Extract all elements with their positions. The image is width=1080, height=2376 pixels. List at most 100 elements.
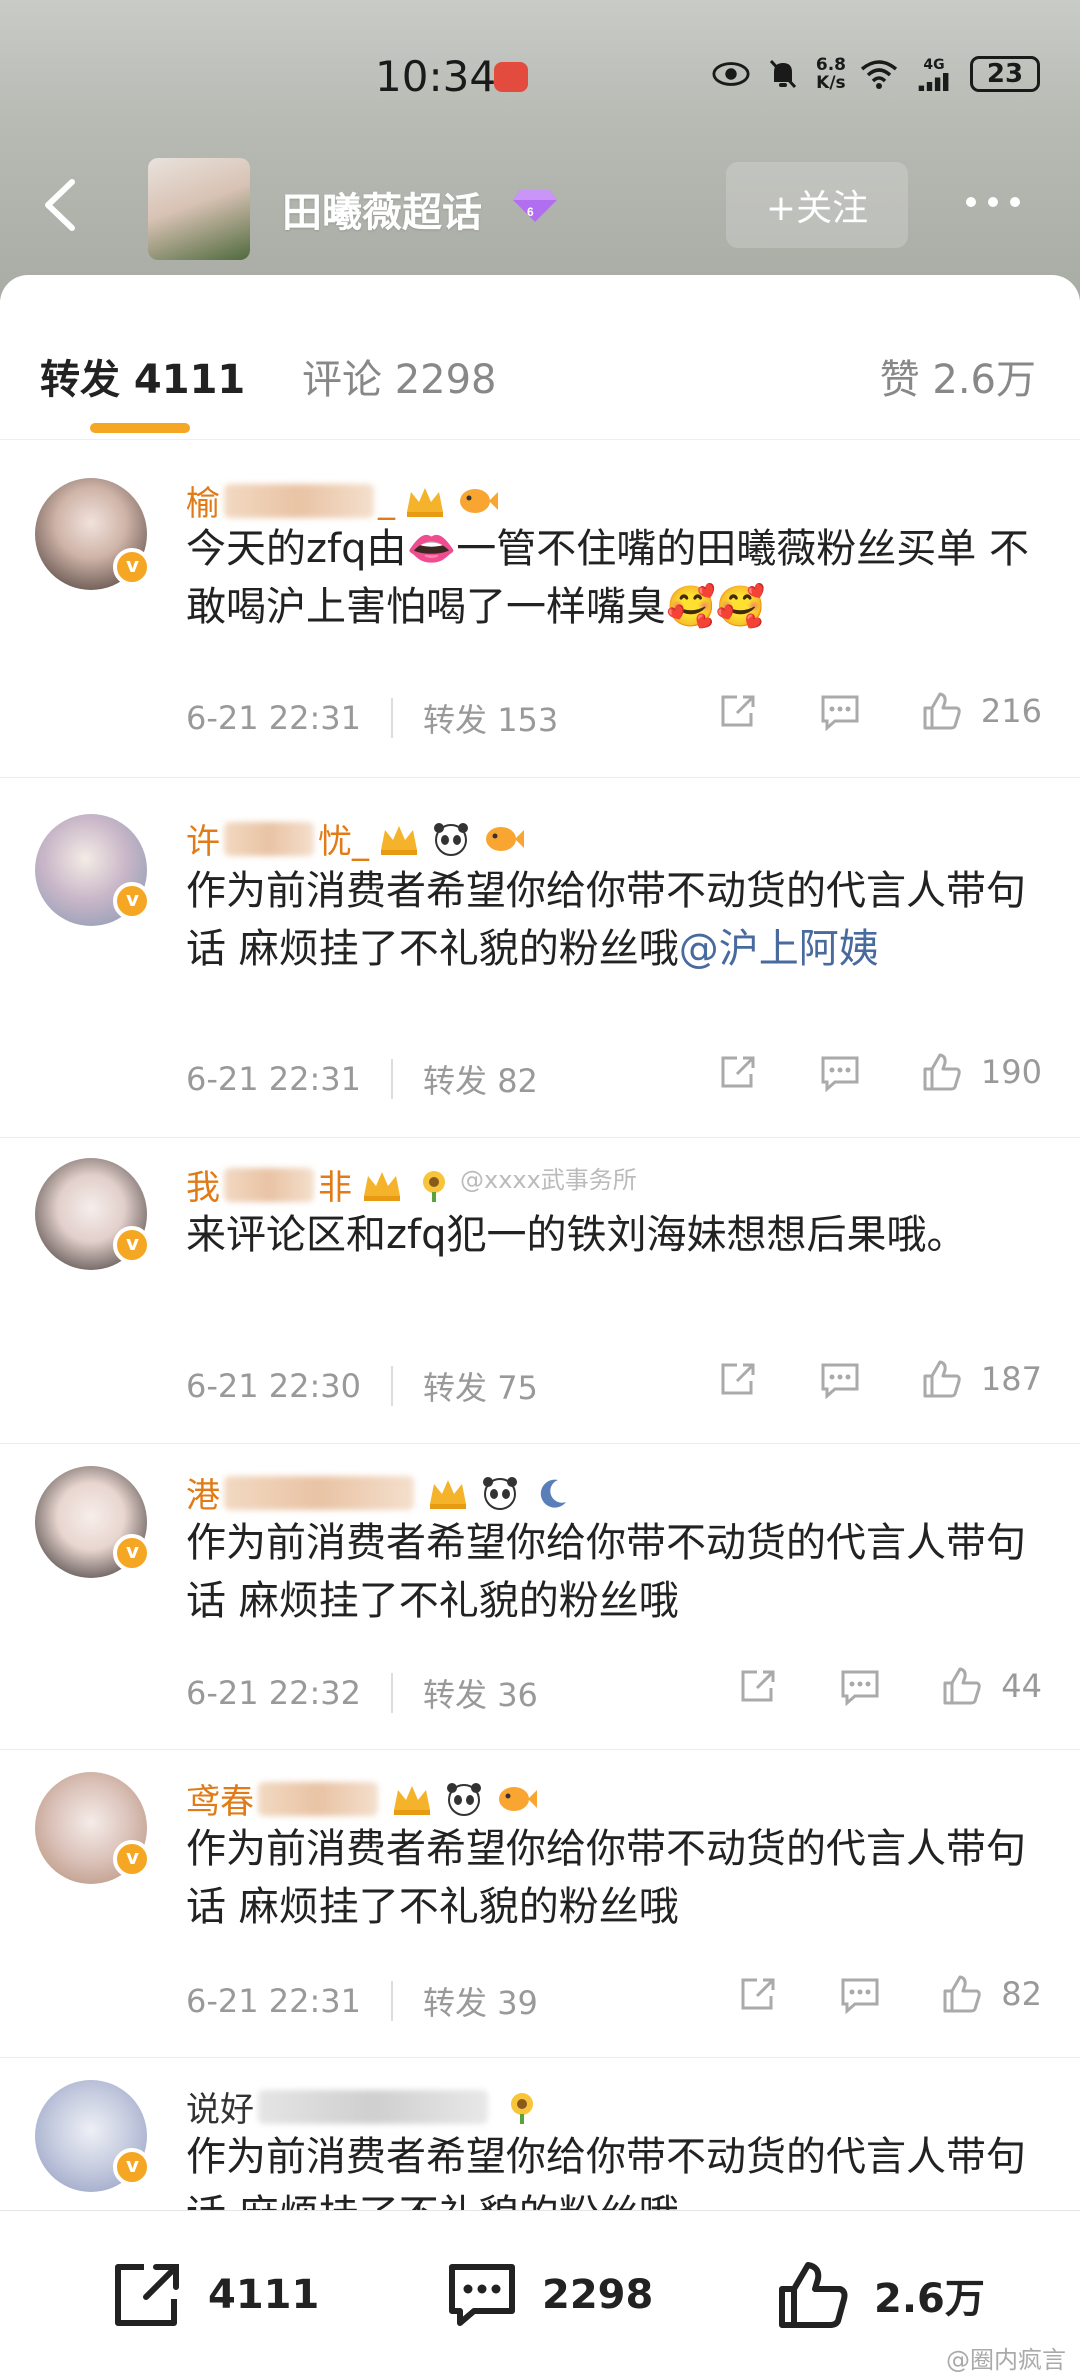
battery-indicator: 23 bbox=[970, 56, 1040, 92]
crown-badge-icon bbox=[381, 825, 417, 855]
page-title[interactable]: 田曦薇超话 bbox=[282, 180, 482, 238]
username-start: 榆 bbox=[186, 484, 220, 524]
share-icon[interactable] bbox=[717, 1359, 759, 1399]
like-count: 190 bbox=[980, 1053, 1042, 1091]
repost-count[interactable]: 转发 39 bbox=[423, 1978, 538, 2024]
comment-actions: 187 bbox=[657, 1358, 1042, 1400]
username[interactable]: 榆 _ bbox=[186, 476, 499, 525]
comment-actions: 216 bbox=[657, 690, 1042, 732]
moon-badge-icon bbox=[540, 1479, 566, 1508]
comment-icon[interactable] bbox=[819, 1359, 861, 1399]
comment-text: 来评论区和zfq犯一的铁刘海妹想想后果哦。 bbox=[186, 1212, 967, 1258]
speed-unit: K/s bbox=[816, 73, 846, 93]
fish-badge-icon bbox=[460, 488, 498, 513]
share-icon[interactable] bbox=[737, 1666, 779, 1706]
status-bar: 10:34 6.8 K/s 4G 23 bbox=[0, 0, 1080, 150]
username-start: 港 bbox=[186, 1476, 220, 1516]
crown-badge-icon bbox=[407, 487, 443, 517]
comment-actions: 82 bbox=[677, 1973, 1042, 2015]
comment-icon bbox=[449, 2264, 515, 2326]
username-end: 非 bbox=[318, 1168, 352, 1208]
list-item[interactable]: 港 作为前消费者希望你给你带不动货的代言人带句话 麻烦挂了不礼貌的粉丝哦 6-2… bbox=[0, 1444, 1080, 1750]
comment-icon[interactable] bbox=[819, 691, 861, 731]
speed-value: 6.8 bbox=[815, 55, 846, 75]
like-button[interactable]: 2.6万 bbox=[776, 2259, 985, 2331]
tab-comments[interactable]: 评论 2298 bbox=[302, 347, 497, 405]
diamond-icon: 6 bbox=[513, 190, 557, 222]
panda-badge-icon bbox=[447, 1782, 481, 1816]
comment-time: 6-21 22:30 bbox=[186, 1367, 362, 1405]
svg-text:6: 6 bbox=[527, 205, 534, 219]
tab-likes[interactable]: 赞 2.6万 bbox=[880, 347, 1036, 405]
username[interactable]: 港 bbox=[186, 1468, 574, 1517]
comment-meta: 6-21 22:31 转发 39 bbox=[186, 1978, 538, 2024]
comment-text: 今天的zfq由👄一管不住嘴的田曦薇粉丝买单 不敢喝沪上害怕喝了一样嘴臭🥰🥰 bbox=[186, 526, 1029, 630]
share-icon[interactable] bbox=[717, 691, 759, 731]
share-icon[interactable] bbox=[717, 1052, 759, 1092]
comment-icon[interactable] bbox=[819, 1052, 861, 1092]
username-start: 许 bbox=[186, 822, 220, 862]
comment-actions: 44 bbox=[677, 1665, 1042, 1707]
topic-avatar[interactable] bbox=[148, 158, 250, 260]
verified-badge-icon bbox=[113, 1840, 151, 1878]
tab-bar: 转发 4111 评论 2298 赞 2.6万 bbox=[0, 275, 1080, 440]
list-item[interactable]: 许 忧_ 作为前消费者希望你给你带不动货的代言人带句话 麻烦挂了不礼貌的粉丝哦@… bbox=[0, 778, 1080, 1138]
redacted-name bbox=[258, 1781, 378, 1816]
comment-button[interactable]: 2298 bbox=[444, 2259, 653, 2331]
thumbs-up-icon[interactable] bbox=[921, 1358, 963, 1400]
comment-text: 作为前消费者希望你给你带不动货的代言人带句话 麻烦挂了不礼貌的粉丝哦@沪上阿姨 bbox=[186, 862, 1046, 978]
comment-time: 6-21 22:31 bbox=[186, 1060, 362, 1098]
divider bbox=[391, 698, 394, 738]
share-icon bbox=[115, 2264, 179, 2326]
username[interactable]: 鸢春 bbox=[186, 1774, 538, 1823]
comment-meta: 6-21 22:30 转发 75 bbox=[186, 1363, 538, 1409]
like-count: 216 bbox=[980, 692, 1042, 730]
username[interactable]: 许 忧_ bbox=[186, 814, 525, 863]
verified-badge-icon bbox=[113, 1226, 151, 1264]
repost-count[interactable]: 转发 153 bbox=[423, 695, 558, 741]
comment-text: 作为前消费者希望你给你带不动货的代言人带句话 麻烦挂了不礼貌的粉丝哦 bbox=[186, 1520, 1026, 1624]
comment-text: 作为前消费者希望你给你带不动货的代言人带句话 麻烦挂了不礼貌的粉丝哦 bbox=[186, 1826, 1026, 1930]
comment-body: 作为前消费者希望你给你带不动货的代言人带句话 麻烦挂了不礼貌的粉丝哦 bbox=[186, 868, 1026, 972]
thumbs-up-icon[interactable] bbox=[941, 1973, 983, 2015]
follow-button[interactable]: +关注 bbox=[726, 162, 908, 248]
redacted-name bbox=[224, 1475, 414, 1510]
comment-icon[interactable] bbox=[839, 1666, 881, 1706]
repost-count[interactable]: 转发 75 bbox=[423, 1363, 538, 1409]
repost-button[interactable]: 4111 bbox=[110, 2259, 319, 2331]
username-start: 说好 bbox=[186, 2090, 254, 2130]
like-total: 2.6万 bbox=[874, 2276, 985, 2322]
more-options-button[interactable] bbox=[966, 182, 1036, 222]
verified-badge-icon bbox=[113, 548, 151, 586]
thumbs-up-icon[interactable] bbox=[941, 1665, 983, 1707]
content-sheet: 转发 4111 评论 2298 赞 2.6万 榆 _ 今天的zfq由👄一管不住嘴… bbox=[0, 275, 1080, 2376]
crown-badge-icon bbox=[394, 1785, 430, 1815]
chevron-left-icon bbox=[45, 179, 75, 231]
thumbs-up-icon[interactable] bbox=[921, 690, 963, 732]
verified-badge-icon bbox=[113, 882, 151, 920]
share-icon[interactable] bbox=[737, 1974, 779, 2014]
like-count: 44 bbox=[1001, 1667, 1042, 1705]
mention-link[interactable]: @沪上阿姨 bbox=[679, 926, 879, 972]
username[interactable]: 说好 bbox=[186, 2082, 544, 2131]
back-button[interactable] bbox=[36, 170, 86, 240]
comment-icon[interactable] bbox=[839, 1974, 881, 2014]
repost-count[interactable]: 转发 36 bbox=[423, 1670, 538, 1716]
crown-badge-icon bbox=[364, 1171, 400, 1201]
username[interactable]: 我 非 bbox=[186, 1160, 456, 1209]
panda-badge-icon bbox=[483, 1476, 517, 1510]
list-item[interactable]: 鸢春 作为前消费者希望你给你带不动货的代言人带句话 麻烦挂了不礼貌的粉丝哦 6-… bbox=[0, 1750, 1080, 2058]
status-icons: 6.8 K/s 4G 23 bbox=[712, 56, 1040, 92]
comment-time: 6-21 22:31 bbox=[186, 1982, 362, 2020]
dot-icon bbox=[988, 197, 998, 207]
like-count: 187 bbox=[980, 1360, 1042, 1398]
top-nav: 田曦薇超话 6 +关注 bbox=[0, 150, 1080, 260]
thumbs-up-icon[interactable] bbox=[921, 1051, 963, 1093]
dot-icon bbox=[1010, 197, 1020, 207]
tab-repost[interactable]: 转发 4111 bbox=[40, 347, 245, 405]
username-start: 我 bbox=[186, 1168, 220, 1208]
list-item[interactable]: 说好 作为前消费者希望你给你带不动货的代言人带句话 麻烦挂了不礼貌的粉丝哦 bbox=[0, 2058, 1080, 2238]
repost-count[interactable]: 转发 82 bbox=[423, 1056, 538, 1102]
list-item[interactable]: 榆 _ 今天的zfq由👄一管不住嘴的田曦薇粉丝买单 不敢喝沪上害怕喝了一样嘴臭🥰… bbox=[0, 440, 1080, 778]
username-end: _ bbox=[378, 480, 395, 521]
